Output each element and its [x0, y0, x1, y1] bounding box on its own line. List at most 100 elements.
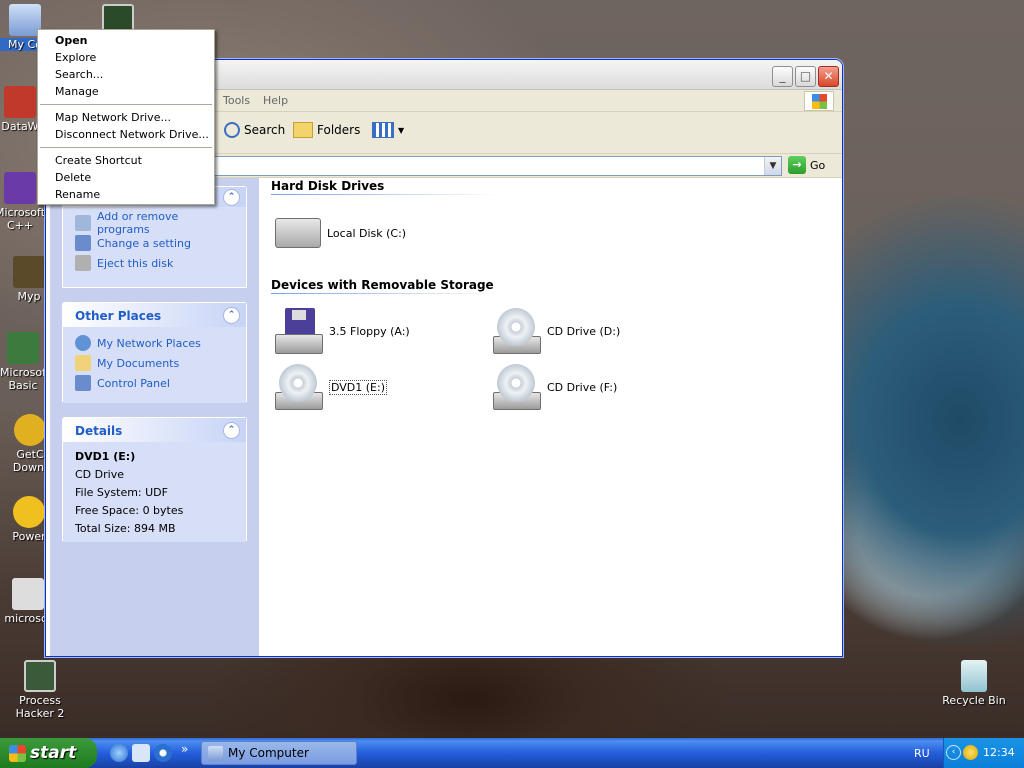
start-label: start [30, 743, 77, 763]
eject-disk-link[interactable]: Eject this disk [75, 253, 234, 273]
details-body: DVD1 (E:) CD Drive File System: UDF Free… [63, 442, 246, 542]
collapse-icon[interactable]: ⌃ [223, 307, 240, 324]
start-button[interactable]: start [0, 738, 97, 768]
panel-title: Details [75, 424, 123, 438]
app-icon [7, 332, 39, 364]
other-places-panel: Other Places ⌃ My Network Places My Docu… [62, 302, 247, 403]
drive-cd-f[interactable]: CD Drive (F:) [493, 364, 617, 410]
minimize-button[interactable]: _ [772, 66, 793, 87]
taskbar: start » My Computer RU ‹ 12:34 [0, 738, 1024, 768]
section-divider [271, 194, 501, 195]
desktop-icon-label: Microsoft C++ [0, 206, 46, 232]
app-icon [4, 86, 36, 118]
cd-drive-icon [493, 364, 541, 410]
app-icon [24, 660, 56, 692]
clock[interactable]: 12:34 [983, 746, 1015, 759]
control-panel-icon [75, 375, 91, 391]
documents-icon [75, 355, 91, 371]
folders-button[interactable]: Folders [293, 122, 360, 138]
search-button[interactable]: Search [224, 122, 285, 138]
go-button[interactable]: → Go [788, 156, 825, 174]
explorer-quicklaunch-icon[interactable] [132, 744, 150, 762]
quicklaunch-overflow-icon[interactable]: » [181, 742, 188, 756]
desktop-icon-label: Recycle Bin [942, 694, 1006, 707]
menu-item-disconnect-network-drive[interactable]: Disconnect Network Drive... [55, 128, 209, 142]
menu-item-manage[interactable]: Manage [55, 85, 99, 99]
change-setting-link[interactable]: Change a setting [75, 233, 234, 253]
cd-drive-icon [493, 308, 541, 354]
drive-label: CD Drive (D:) [547, 324, 621, 338]
task-pane: ⌃ Add or remove programs Change a settin… [50, 178, 259, 656]
folders-label: Folders [317, 123, 361, 137]
desktop-icon-process-hacker[interactable]: Process Hacker 2 [0, 660, 80, 720]
views-button[interactable]: ▼ [372, 122, 404, 138]
control-panel-icon [75, 235, 91, 251]
link-label: My Documents [97, 356, 180, 370]
menu-item-rename[interactable]: Rename [55, 188, 100, 202]
system-tray: ‹ 12:34 [943, 738, 1024, 768]
link-label: Eject this disk [97, 256, 174, 270]
drive-local-disk-c[interactable]: Local Disk (C:) [275, 218, 406, 248]
app-icon [4, 172, 36, 204]
menu-separator [40, 104, 212, 105]
cd-drive-icon [275, 364, 323, 410]
details-filesystem: File System: UDF [75, 486, 168, 499]
menu-item-explore[interactable]: Explore [55, 51, 96, 65]
desktop-icon-recycle-bin[interactable]: Recycle Bin [934, 660, 1014, 707]
content-area: Hard Disk Drives Local Disk (C:) Devices… [259, 178, 842, 656]
folder-icon [293, 122, 313, 138]
drive-cd-d[interactable]: CD Drive (D:) [493, 308, 620, 354]
details-name: DVD1 (E:) [75, 450, 136, 463]
menu-item-create-shortcut[interactable]: Create Shortcut [55, 154, 142, 168]
control-panel-link[interactable]: Control Panel [75, 373, 234, 393]
app-icon [13, 256, 45, 288]
maximize-button[interactable]: □ [795, 66, 816, 87]
collapse-icon[interactable]: ⌃ [223, 422, 240, 439]
tray-chevron-icon[interactable]: ‹ [946, 745, 961, 760]
computer-icon [208, 746, 223, 761]
media-player-icon[interactable] [154, 744, 172, 762]
link-label: Control Panel [97, 376, 170, 390]
details-type: CD Drive [75, 468, 124, 481]
section-hard-disk-drives: Hard Disk Drives [271, 179, 385, 193]
recycle-bin-icon [961, 660, 987, 692]
menu-item-open[interactable]: Open [55, 34, 88, 48]
drive-label: DVD1 (E:) [329, 379, 388, 395]
link-label: Change a setting [97, 236, 191, 250]
drive-dvd-e[interactable]: DVD1 (E:) [275, 364, 388, 410]
address-dropdown-button[interactable]: ▼ [764, 157, 781, 175]
add-remove-programs-link[interactable]: Add or remove programs [75, 210, 234, 236]
section-divider [271, 293, 501, 294]
link-label: Add or remove programs [96, 210, 179, 236]
details-total-size: Total Size: 894 MB [75, 522, 176, 535]
drive-label: 3.5 Floppy (A:) [329, 324, 410, 338]
add-remove-programs-icon [75, 215, 91, 231]
menu-tools[interactable]: Tools [223, 94, 250, 107]
my-network-places-link[interactable]: My Network Places [75, 333, 234, 353]
link-label: My Network Places [97, 336, 201, 350]
search-icon [224, 122, 240, 138]
my-documents-link[interactable]: My Documents [75, 353, 234, 373]
go-arrow-icon: → [788, 156, 806, 174]
desktop: My Co DataW Microsoft C++ Myp Microsof B… [0, 0, 1024, 738]
details-header[interactable]: Details ⌃ [63, 418, 246, 442]
other-places-body: My Network Places My Documents Control P… [63, 327, 246, 403]
drive-floppy-a[interactable]: 3.5 Floppy (A:) [275, 308, 410, 354]
menu-separator [40, 147, 212, 148]
close-button[interactable]: ✕ [818, 66, 839, 87]
taskbar-button-my-computer[interactable]: My Computer [201, 741, 357, 765]
ie-icon[interactable] [110, 744, 128, 762]
menu-item-search[interactable]: Search... [55, 68, 103, 82]
menu-help[interactable]: Help [263, 94, 288, 107]
menu-item-map-network-drive[interactable]: Map Network Drive... [55, 111, 171, 125]
context-menu: Open Explore Search... Manage Map Networ… [37, 29, 215, 205]
tray-network-icon[interactable] [963, 745, 978, 760]
collapse-icon[interactable]: ⌃ [223, 189, 240, 206]
chevron-down-icon: ▼ [398, 125, 405, 135]
menu-item-delete[interactable]: Delete [55, 171, 91, 185]
language-indicator[interactable]: RU [914, 747, 930, 760]
other-places-header[interactable]: Other Places ⌃ [63, 303, 246, 327]
views-icon [372, 122, 394, 138]
drive-label: CD Drive (F:) [547, 380, 618, 394]
windows-logo-icon [804, 91, 834, 111]
